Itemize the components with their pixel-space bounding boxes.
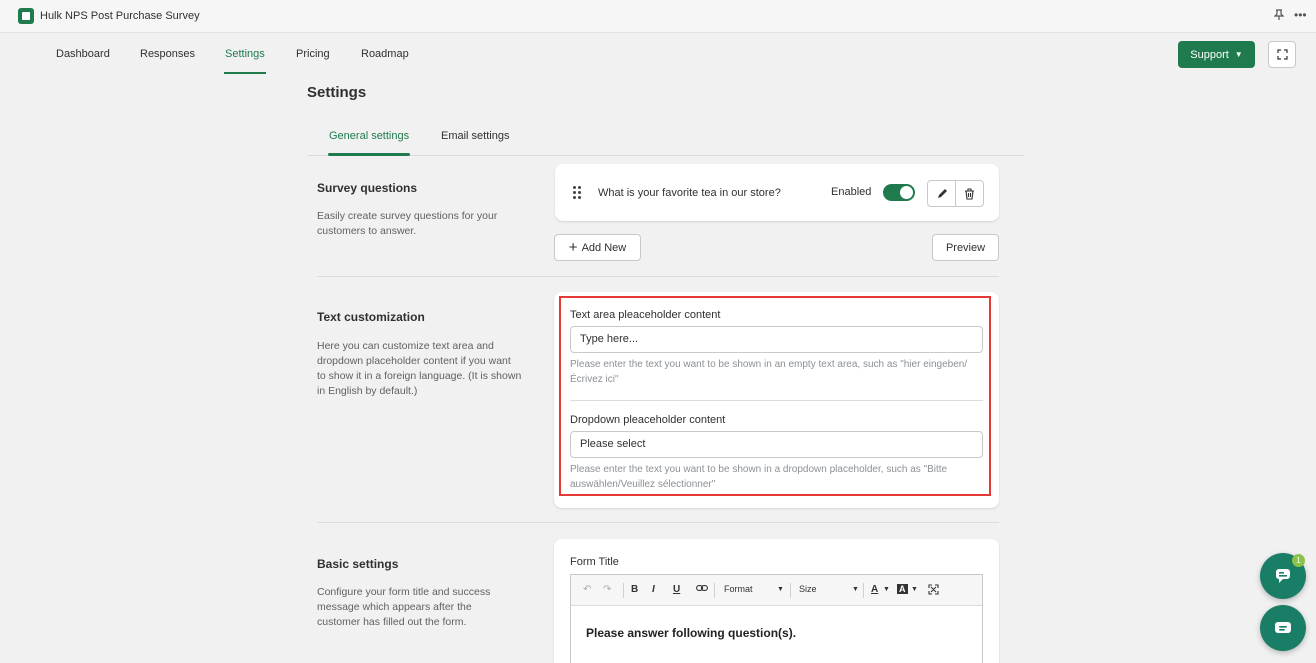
underline-button[interactable]: U — [673, 584, 680, 595]
background-color-button[interactable]: A — [897, 584, 908, 594]
enabled-toggle[interactable] — [883, 184, 915, 201]
preview-button[interactable]: Preview — [932, 234, 999, 261]
status-label: Enabled — [831, 186, 872, 198]
support-button-label: Support — [1190, 48, 1229, 61]
redo-icon[interactable]: ↷ — [603, 584, 611, 595]
bold-button[interactable]: B — [631, 584, 638, 595]
form-title-editor[interactable]: ↶ ↷ B I U Format ▼ Size ▼ A ▼ A ▼ Please… — [570, 574, 983, 663]
plus-icon: + — [568, 238, 578, 256]
settings-tabs: General settings Email settings — [308, 126, 1024, 156]
text-customization-description: Here you can customize text area and dro… — [317, 340, 522, 397]
nav-roadmap[interactable]: Roadmap — [361, 48, 409, 60]
chevron-down-icon: ▼ — [777, 586, 784, 593]
form-title-label: Form Title — [570, 556, 619, 568]
fullscreen-button[interactable] — [1268, 41, 1296, 68]
chat-bot-icon — [1276, 569, 1290, 583]
delete-icon[interactable] — [955, 181, 983, 206]
italic-button[interactable]: I — [652, 584, 655, 595]
top-nav: Dashboard Responses Settings Pricing Roa… — [0, 34, 1316, 74]
undo-icon[interactable]: ↶ — [583, 584, 591, 595]
app-title: Hulk NPS Post Purchase Survey — [40, 10, 200, 22]
question-text: What is your favorite tea in our store? — [598, 187, 781, 199]
basic-settings-heading: Basic settings — [317, 557, 399, 571]
tab-general-settings[interactable]: General settings — [329, 130, 409, 142]
page-title: Settings — [307, 84, 367, 101]
tab-email-settings[interactable]: Email settings — [441, 130, 509, 142]
maximize-icon[interactable] — [928, 584, 939, 598]
chevron-down-icon: ▼ — [911, 586, 918, 593]
survey-questions-description: Easily create survey questions for your … — [317, 210, 498, 237]
more-options-icon[interactable]: ••• — [1294, 8, 1307, 22]
pin-icon[interactable] — [1273, 9, 1285, 24]
chevron-down-icon: ▼ — [1234, 50, 1243, 59]
size-select[interactable]: Size — [799, 584, 817, 594]
editor-content[interactable]: Please answer following question(s). — [586, 626, 796, 640]
tab-active-indicator — [328, 153, 410, 156]
font-color-button[interactable]: A — [871, 584, 878, 595]
nav-dashboard[interactable]: Dashboard — [56, 48, 110, 60]
nav-settings[interactable]: Settings — [225, 48, 265, 60]
notification-badge: 1 — [1292, 554, 1305, 567]
question-card: What is your favorite tea in our store? … — [555, 164, 999, 221]
editor-toolbar: ↶ ↷ B I U Format ▼ Size ▼ A ▼ A ▼ — [571, 575, 982, 606]
survey-questions-heading: Survey questions — [317, 181, 418, 195]
highlight-box — [559, 296, 991, 496]
basic-settings-description: Configure your form title and success me… — [317, 586, 491, 628]
support-button[interactable]: Support ▼ — [1178, 41, 1255, 68]
nav-pricing[interactable]: Pricing — [296, 48, 330, 60]
fullscreen-icon — [1276, 49, 1288, 60]
format-select[interactable]: Format — [724, 584, 753, 594]
chat-button[interactable] — [1260, 605, 1306, 651]
chevron-down-icon: ▼ — [852, 586, 859, 593]
section-divider — [317, 522, 999, 523]
text-customization-heading: Text customization — [317, 310, 425, 324]
chevron-down-icon: ▼ — [883, 586, 890, 593]
drag-handle-icon[interactable] — [573, 186, 583, 200]
title-bar: Hulk NPS Post Purchase Survey ••• — [0, 0, 1316, 33]
edit-icon[interactable] — [928, 181, 955, 206]
question-actions — [927, 180, 984, 207]
section-divider — [317, 276, 999, 277]
link-icon[interactable] — [696, 584, 708, 595]
nav-active-indicator — [224, 72, 266, 74]
chat-icon — [1275, 622, 1291, 633]
add-new-label: Add New — [581, 241, 627, 254]
app-logo-icon — [18, 8, 34, 24]
basic-settings-card: Form Title ↶ ↷ B I U Format ▼ Size ▼ A ▼… — [554, 539, 999, 663]
add-new-button[interactable]: + Add New — [554, 234, 641, 261]
nav-responses[interactable]: Responses — [140, 48, 195, 60]
